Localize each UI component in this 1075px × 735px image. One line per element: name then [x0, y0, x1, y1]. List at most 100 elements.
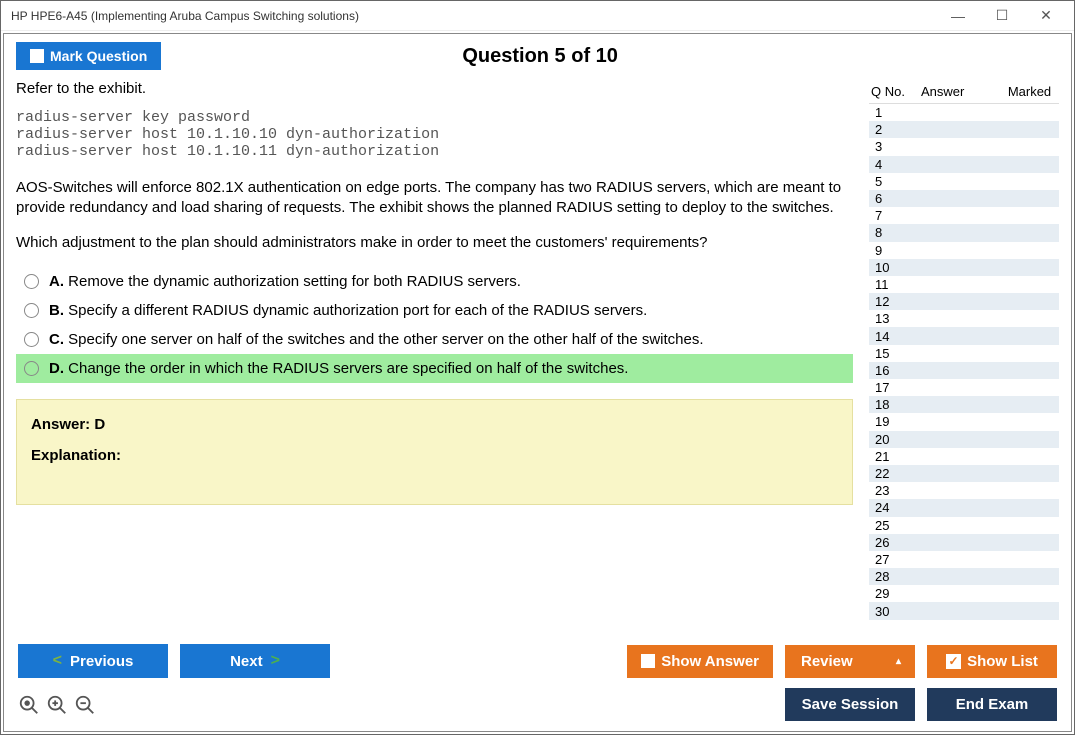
row-qno: 2 — [869, 122, 909, 137]
option-b-label: B. Specify a different RADIUS dynamic au… — [49, 302, 647, 319]
row-qno: 18 — [869, 397, 909, 412]
question-list-row[interactable]: 17 — [869, 379, 1059, 396]
row-qno: 9 — [869, 243, 909, 258]
question-list-row[interactable]: 27 — [869, 551, 1059, 568]
question-list-row[interactable]: 16 — [869, 362, 1059, 379]
app-window: HP HPE6-A45 (Implementing Aruba Campus S… — [0, 0, 1075, 735]
row-qno: 22 — [869, 466, 909, 481]
question-list-row[interactable]: 22 — [869, 465, 1059, 482]
row-qno: 26 — [869, 535, 909, 550]
question-list-row[interactable]: 1 — [869, 104, 1059, 121]
row-qno: 11 — [869, 277, 909, 292]
option-c-label: C. Specify one server on half of the swi… — [49, 331, 704, 348]
question-list-row[interactable]: 26 — [869, 534, 1059, 551]
option-a[interactable]: A. Remove the dynamic authorization sett… — [16, 267, 853, 296]
question-list[interactable]: 1234567891011121314151617181920212223242… — [869, 103, 1059, 634]
previous-button[interactable]: < Previous — [18, 644, 168, 678]
next-label: Next — [230, 653, 263, 670]
row-qno: 25 — [869, 518, 909, 533]
question-list-row[interactable]: 5 — [869, 173, 1059, 190]
maximize-button[interactable]: ☐ — [980, 3, 1024, 29]
question-list-row[interactable]: 8 — [869, 224, 1059, 241]
zoom-in-icon[interactable] — [46, 694, 68, 716]
row-qno: 30 — [869, 604, 909, 619]
row-qno: 14 — [869, 329, 909, 344]
answer-box: Answer: D Explanation: — [16, 399, 853, 505]
zoom-reset-icon[interactable] — [18, 694, 40, 716]
question-list-row[interactable]: 4 — [869, 156, 1059, 173]
row-qno: 23 — [869, 483, 909, 498]
question-intro: Refer to the exhibit. — [16, 80, 853, 97]
minimize-button[interactable]: — — [936, 3, 980, 29]
row-qno: 13 — [869, 311, 909, 326]
row-qno: 20 — [869, 432, 909, 447]
question-list-row[interactable]: 14 — [869, 327, 1059, 344]
question-list-row[interactable]: 25 — [869, 517, 1059, 534]
chevron-left-icon: < — [53, 652, 62, 670]
row-qno: 10 — [869, 260, 909, 275]
bottom-bar: < Previous Next > Show Answer Review ▴ ✓… — [16, 634, 1059, 682]
content-area: Mark Question Question 5 of 10 Refer to … — [3, 33, 1072, 732]
option-a-label: A. Remove the dynamic authorization sett… — [49, 273, 521, 290]
radio-icon — [24, 332, 39, 347]
option-d-label: D. Change the order in which the RADIUS … — [49, 360, 628, 377]
review-label: Review — [801, 653, 853, 670]
question-list-row[interactable]: 6 — [869, 190, 1059, 207]
zoom-out-icon[interactable] — [74, 694, 96, 716]
row-qno: 29 — [869, 586, 909, 601]
exhibit-code: radius-server key password radius-server… — [16, 109, 853, 160]
question-list-row[interactable]: 18 — [869, 396, 1059, 413]
next-button[interactable]: Next > — [180, 644, 330, 678]
question-list-row[interactable]: 21 — [869, 448, 1059, 465]
show-list-label: Show List — [967, 653, 1038, 670]
question-list-row[interactable]: 20 — [869, 431, 1059, 448]
question-list-panel: Q No. Answer Marked 12345678910111213141… — [869, 80, 1059, 634]
question-list-row[interactable]: 23 — [869, 482, 1059, 499]
close-button[interactable]: ✕ — [1024, 3, 1068, 29]
option-b[interactable]: B. Specify a different RADIUS dynamic au… — [16, 296, 853, 325]
question-pane: Refer to the exhibit. radius-server key … — [16, 80, 859, 634]
question-list-row[interactable]: 15 — [869, 345, 1059, 362]
option-d[interactable]: D. Change the order in which the RADIUS … — [16, 354, 853, 383]
question-list-row[interactable]: 24 — [869, 499, 1059, 516]
save-session-button[interactable]: Save Session — [785, 688, 915, 721]
question-list-row[interactable]: 19 — [869, 413, 1059, 430]
row-qno: 3 — [869, 139, 909, 154]
question-list-row[interactable]: 11 — [869, 276, 1059, 293]
radio-icon — [24, 274, 39, 289]
window-controls: — ☐ ✕ — [936, 3, 1068, 29]
question-list-row[interactable]: 29 — [869, 585, 1059, 602]
row-qno: 16 — [869, 363, 909, 378]
row-qno: 4 — [869, 157, 909, 172]
question-list-row[interactable]: 7 — [869, 207, 1059, 224]
radio-icon — [24, 303, 39, 318]
question-list-row[interactable]: 3 — [869, 138, 1059, 155]
radio-icon — [24, 361, 39, 376]
show-list-button[interactable]: ✓ Show List — [927, 645, 1057, 678]
list-header: Q No. Answer Marked — [869, 80, 1059, 103]
question-list-row[interactable]: 28 — [869, 568, 1059, 585]
question-list-row[interactable]: 30 — [869, 602, 1059, 619]
row-qno: 27 — [869, 552, 909, 567]
question-list-row[interactable]: 9 — [869, 242, 1059, 259]
checkbox-icon — [641, 654, 655, 668]
question-list-row[interactable]: 12 — [869, 293, 1059, 310]
row-qno: 21 — [869, 449, 909, 464]
option-c[interactable]: C. Specify one server on half of the swi… — [16, 325, 853, 354]
mid-row: Refer to the exhibit. radius-server key … — [16, 80, 1059, 634]
row-qno: 7 — [869, 208, 909, 223]
end-exam-button[interactable]: End Exam — [927, 688, 1057, 721]
review-button[interactable]: Review ▴ — [785, 645, 915, 678]
question-list-row[interactable]: 2 — [869, 121, 1059, 138]
show-answer-button[interactable]: Show Answer — [627, 645, 773, 678]
mark-question-button[interactable]: Mark Question — [16, 42, 161, 70]
question-list-row[interactable]: 10 — [869, 259, 1059, 276]
zoom-controls — [18, 694, 96, 716]
options-group: A. Remove the dynamic authorization sett… — [16, 267, 853, 383]
question-paragraph-2: Which adjustment to the plan should admi… — [16, 233, 853, 253]
header-marked: Marked — [1002, 84, 1057, 99]
question-list-row[interactable]: 13 — [869, 310, 1059, 327]
row-qno: 28 — [869, 569, 909, 584]
check-icon: ✓ — [946, 654, 961, 669]
title-bar: HP HPE6-A45 (Implementing Aruba Campus S… — [1, 1, 1074, 31]
